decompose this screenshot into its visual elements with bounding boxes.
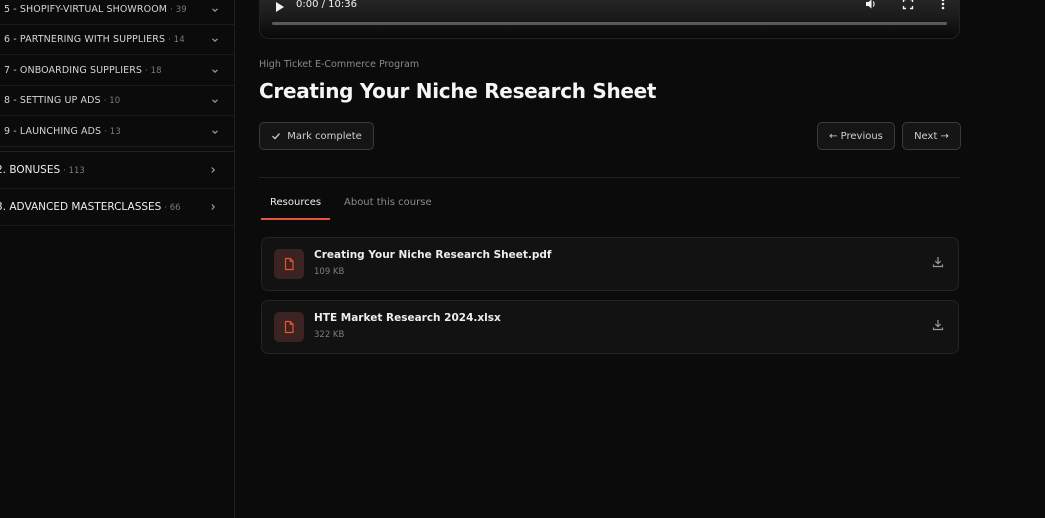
check-icon (272, 133, 281, 140)
chevron-down-icon (212, 68, 218, 73)
next-button[interactable]: Next → (902, 122, 961, 150)
section-count: · 113 (63, 166, 85, 176)
tab-about-this-course[interactable]: About this course (344, 197, 432, 221)
sidebar-module-shopify-virtual-showroom[interactable]: 5 - SHOPIFY-VIRTUAL SHOWROOM · 39 (0, 0, 234, 25)
module-count: · 18 (145, 66, 162, 76)
lesson-title: Creating Your Niche Research Sheet (259, 79, 657, 103)
file-icon-badge (274, 249, 304, 279)
chevron-down-icon (212, 37, 218, 42)
sidebar-section-bonuses[interactable]: 2. BONUSES · 113 (0, 152, 234, 189)
file-icon-badge (274, 312, 304, 342)
app-root: 5 - SHOPIFY-VIRTUAL SHOWROOM · 39 6 - PAR… (0, 0, 1045, 518)
video-player[interactable]: 0:00 / 10:36 (259, 0, 960, 39)
download-icon[interactable] (931, 318, 945, 332)
resource-item[interactable]: Creating Your Niche Research Sheet.pdf 1… (261, 237, 959, 291)
mark-complete-label: Mark complete (287, 130, 362, 142)
previous-label: ← Previous (829, 130, 883, 142)
download-icon[interactable] (931, 255, 945, 269)
active-tab-indicator (261, 218, 330, 220)
module-label: 5 - SHOPIFY-VIRTUAL SHOWROOM · 39 (4, 4, 187, 15)
module-label: 7 - ONBOARDING SUPPLIERS · 18 (4, 65, 162, 76)
video-time: 0:00 / 10:36 (296, 0, 358, 10)
module-count: · 10 (103, 96, 121, 106)
module-count: · 13 (104, 127, 121, 137)
chevron-down-icon (212, 129, 218, 134)
more-icon[interactable] (936, 0, 950, 11)
sidebar-module-launching-ads[interactable]: 9 - LAUNCHING ADS · 13 (0, 117, 234, 147)
header-divider (259, 177, 960, 178)
resource-size: 109 KB (314, 267, 345, 277)
chevron-right-icon (211, 167, 216, 173)
module-count: · 14 (168, 35, 185, 45)
sidebar-module-setting-up-ads[interactable]: 8 - SETTING UP ADS · 10 (0, 86, 234, 116)
module-count: · 39 (170, 5, 187, 15)
section-label: 2. BONUSES · 113 (0, 164, 85, 176)
next-label: Next → (914, 130, 949, 142)
sidebar-section-advanced-masterclasses[interactable]: 3. ADVANCED MASTERCLASSES · 66 (0, 189, 234, 226)
sidebar-module-onboarding-suppliers[interactable]: 7 - ONBOARDING SUPPLIERS · 18 (0, 56, 234, 86)
previous-button[interactable]: ← Previous (817, 122, 895, 150)
chevron-down-icon (212, 7, 218, 12)
document-icon (284, 257, 294, 271)
module-label: 9 - LAUNCHING ADS · 13 (4, 126, 121, 137)
resource-name: HTE Market Research 2024.xlsx (314, 312, 501, 324)
module-label: 8 - SETTING UP ADS · 10 (4, 95, 121, 106)
section-label: 3. ADVANCED MASTERCLASSES · 66 (0, 201, 181, 213)
play-icon[interactable] (276, 2, 284, 12)
resource-item[interactable]: HTE Market Research 2024.xlsx 322 KB (261, 300, 959, 354)
sidebar-module-partnering-with-suppliers[interactable]: 6 - PARTNERING WITH SUPPLIERS · 14 (0, 25, 234, 55)
chevron-down-icon (212, 98, 218, 103)
fullscreen-icon[interactable] (901, 0, 915, 11)
module-label: 6 - PARTNERING WITH SUPPLIERS · 14 (4, 34, 185, 45)
mark-complete-button[interactable]: Mark complete (259, 122, 374, 150)
document-icon (284, 320, 294, 334)
video-progress-bar[interactable] (272, 22, 947, 25)
resource-name: Creating Your Niche Research Sheet.pdf (314, 249, 552, 261)
chevron-right-icon (211, 204, 216, 210)
section-count: · 66 (164, 203, 181, 213)
volume-icon[interactable] (864, 0, 878, 11)
course-breadcrumb[interactable]: High Ticket E-Commerce Program (259, 59, 419, 70)
course-sidebar: 5 - SHOPIFY-VIRTUAL SHOWROOM · 39 6 - PAR… (0, 0, 235, 518)
resource-size: 322 KB (314, 330, 345, 340)
